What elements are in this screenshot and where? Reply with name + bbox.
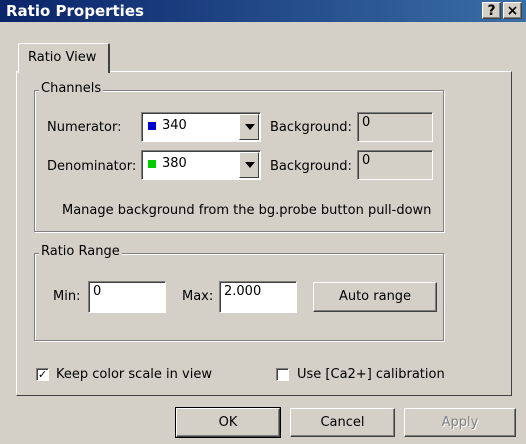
close-icon: × — [506, 3, 519, 19]
auto-range-label: Auto range — [338, 289, 412, 304]
ok-label: OK — [218, 415, 238, 430]
check-icon: ✓ — [37, 368, 48, 381]
ratio-range-group-label: Ratio Range — [39, 244, 122, 259]
min-label: Min: — [53, 289, 81, 304]
numerator-label: Numerator: — [47, 120, 122, 135]
numerator-background-value: 0 — [362, 115, 371, 130]
window-title: Ratio Properties — [6, 2, 144, 20]
title-bar: Ratio Properties ? × — [0, 0, 526, 22]
min-value: 0 — [93, 284, 102, 299]
ok-button[interactable]: OK — [175, 407, 281, 438]
numerator-dropdown[interactable]: 340 — [141, 112, 261, 142]
denominator-dropdown[interactable]: 380 — [141, 150, 261, 180]
help-button[interactable]: ? — [482, 2, 501, 19]
numerator-color-swatch — [148, 122, 156, 130]
numerator-background-field: 0 — [357, 112, 433, 142]
close-button[interactable]: × — [503, 2, 522, 19]
denominator-label: Denominator: — [47, 159, 137, 174]
help-icon: ? — [487, 3, 496, 19]
max-label: Max: — [182, 289, 214, 304]
background-note: Manage background from the bg.probe butt… — [62, 203, 432, 218]
max-input[interactable]: 2.000 — [219, 281, 297, 313]
denominator-value: 380 — [162, 156, 187, 171]
denominator-color-swatch — [148, 160, 156, 168]
cancel-label: Cancel — [320, 415, 365, 430]
keep-color-scale-checkbox[interactable]: ✓ — [36, 368, 49, 381]
numerator-background-label: Background: — [270, 120, 352, 135]
chevron-down-icon — [245, 162, 255, 168]
max-value: 2.000 — [224, 284, 262, 299]
denominator-background-label: Background: — [270, 159, 352, 174]
auto-range-button[interactable]: Auto range — [313, 282, 437, 312]
denominator-dropdown-button[interactable] — [239, 152, 259, 178]
denominator-background-value: 0 — [362, 153, 371, 168]
apply-label: Apply — [441, 415, 479, 430]
use-calibration-checkbox[interactable] — [276, 368, 289, 381]
chevron-down-icon — [245, 124, 255, 130]
numerator-dropdown-button[interactable] — [239, 114, 259, 140]
keep-color-scale-label: Keep color scale in view — [56, 367, 212, 382]
denominator-background-field: 0 — [357, 150, 433, 180]
numerator-value: 340 — [162, 118, 187, 133]
min-input[interactable]: 0 — [88, 281, 166, 313]
use-calibration-label: Use [Ca2+] calibration — [297, 367, 445, 382]
tab-ratio-view[interactable]: Ratio View — [18, 43, 110, 73]
channels-group-label: Channels — [39, 81, 104, 96]
cancel-button[interactable]: Cancel — [290, 408, 395, 437]
apply-button[interactable]: Apply — [404, 408, 516, 437]
tab-label: Ratio View — [28, 50, 97, 65]
